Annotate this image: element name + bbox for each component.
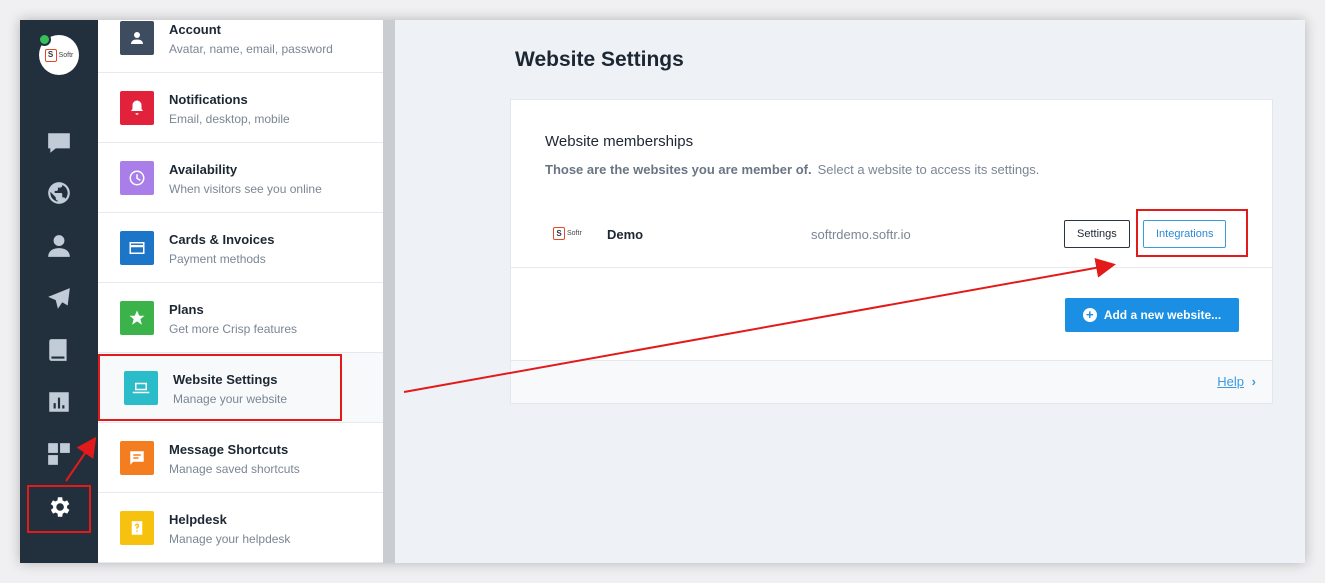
menu-item-subtitle: Manage saved shortcuts xyxy=(169,462,300,476)
add-website-button[interactable]: + Add a new website... xyxy=(1065,298,1239,332)
card-description-rest: Select a website to access its settings. xyxy=(817,162,1040,177)
menu-item-subtitle: Payment methods xyxy=(169,252,266,266)
workspace-avatar[interactable]: S Softr xyxy=(38,33,79,75)
settings-menu: Account Avatar, name, email, password No… xyxy=(98,20,383,563)
menu-item-subtitle: Get more Crisp features xyxy=(169,322,298,336)
online-status-dot xyxy=(38,33,51,46)
card-icon xyxy=(120,231,154,265)
menu-item-plans[interactable]: Plans Get more Crisp features xyxy=(98,283,383,353)
menu-item-subtitle: Manage your helpdesk xyxy=(169,532,291,546)
star-icon xyxy=(120,301,154,335)
menu-item-subtitle: When visitors see you online xyxy=(169,182,322,196)
helpdesk-icon xyxy=(120,511,154,545)
menu-item-title: Message Shortcuts xyxy=(169,442,289,457)
site-logo-text: Softr xyxy=(567,230,582,237)
menu-item-title: Notifications xyxy=(169,92,248,107)
menu-item-title: Plans xyxy=(169,302,204,317)
plugins-icon[interactable] xyxy=(44,439,74,469)
website-settings-highlight-box xyxy=(98,354,342,421)
menu-item-notifications[interactable]: Notifications Email, desktop, mobile xyxy=(98,73,383,143)
clock-icon xyxy=(120,161,154,195)
chevron-right-icon[interactable]: › xyxy=(1252,374,1256,389)
page-title: Website Settings xyxy=(515,48,684,71)
site-domain: softrdemo.softr.io xyxy=(811,227,911,242)
site-logo: S Softr xyxy=(553,227,582,240)
menu-item-title: Helpdesk xyxy=(169,512,227,527)
bell-icon xyxy=(120,91,154,125)
card-description-bold: Those are the websites you are member of… xyxy=(545,162,812,177)
icon-rail: S Softr xyxy=(20,20,98,563)
menu-item-subtitle: Avatar, name, email, password xyxy=(169,42,333,56)
menu-item-title: Account xyxy=(169,22,221,37)
book-icon[interactable] xyxy=(44,335,74,365)
menu-item-subtitle: Email, desktop, mobile xyxy=(169,112,290,126)
menu-item-title: Availability xyxy=(169,162,238,177)
card-description: Those are the websites you are member of… xyxy=(545,162,1039,177)
logo-text: Softr xyxy=(58,51,74,59)
menu-item-title: Cards & Invoices xyxy=(169,232,275,247)
add-website-label: Add a new website... xyxy=(1103,308,1222,322)
menu-item-account[interactable]: Account Avatar, name, email, password xyxy=(98,20,383,73)
chat-icon[interactable] xyxy=(44,128,74,158)
card-footer: Help › xyxy=(511,360,1272,403)
logo-letter: S xyxy=(44,48,57,62)
user-icon[interactable] xyxy=(44,231,74,261)
settings-button[interactable]: Settings xyxy=(1064,220,1130,248)
app-window: S Softr Account Avatar, name, email, pas… xyxy=(20,20,1305,563)
menu-item-availability[interactable]: Availability When visitors see you onlin… xyxy=(98,143,383,213)
gear-highlight-box xyxy=(27,485,91,533)
menu-item-helpdesk[interactable]: Helpdesk Manage your helpdesk xyxy=(98,493,383,563)
softr-logo: S Softr xyxy=(44,48,74,62)
help-link[interactable]: Help xyxy=(1217,374,1244,389)
message-icon xyxy=(120,441,154,475)
user-icon xyxy=(120,21,154,55)
globe-icon[interactable] xyxy=(44,178,74,208)
integrations-highlight-box xyxy=(1136,209,1248,257)
site-name: Demo xyxy=(607,227,644,242)
menu-item-cards-invoices[interactable]: Cards & Invoices Payment methods xyxy=(98,213,383,283)
site-logo-letter: S xyxy=(553,227,565,240)
analytics-icon[interactable] xyxy=(44,387,74,417)
card-heading: Website memberships xyxy=(545,133,694,150)
send-icon[interactable] xyxy=(44,284,74,314)
plus-icon: + xyxy=(1082,308,1097,322)
menu-item-message-shortcuts[interactable]: Message Shortcuts Manage saved shortcuts xyxy=(98,423,383,493)
panel-divider[interactable] xyxy=(383,20,395,563)
main-content: Website Settings Website memberships Tho… xyxy=(395,20,1305,563)
